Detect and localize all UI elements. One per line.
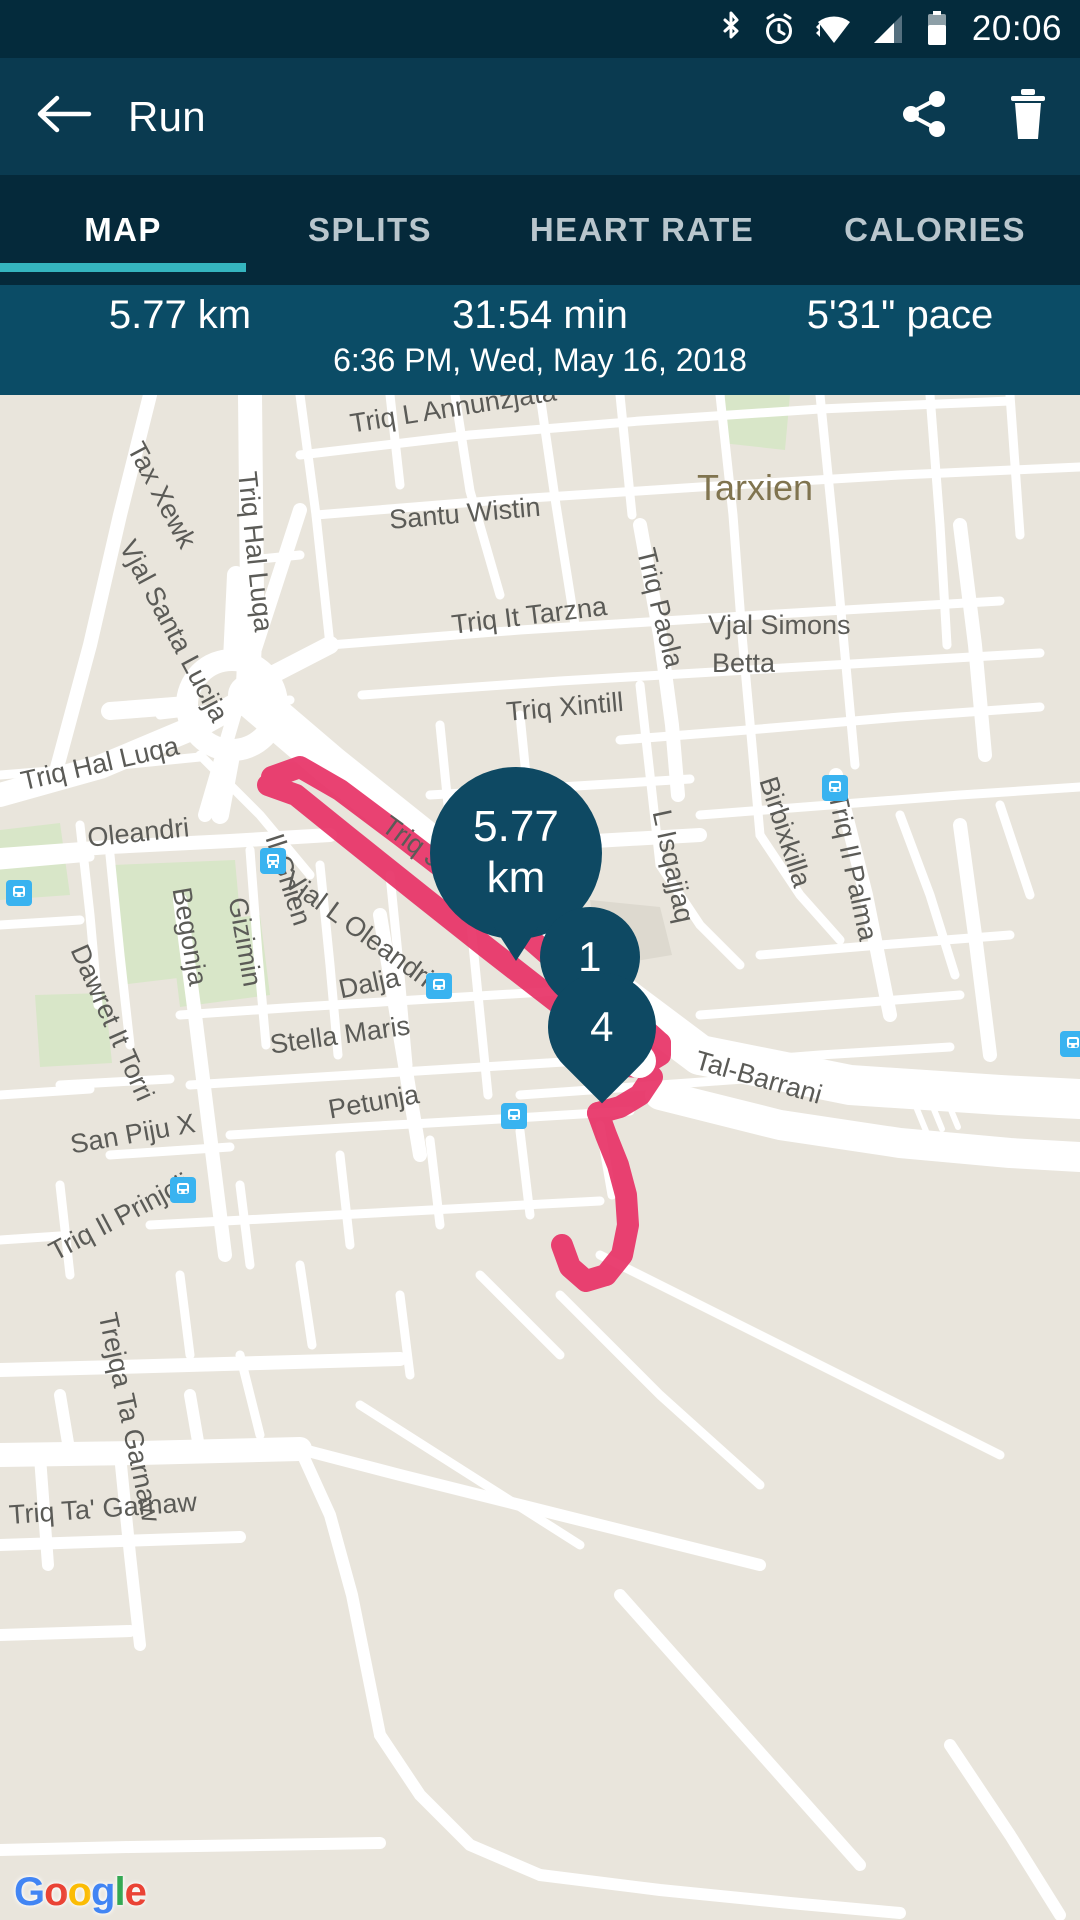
- km-marker-label: 4: [590, 1003, 614, 1051]
- bus-stop-icon[interactable]: [1060, 1031, 1080, 1057]
- status-bar: 20:06: [0, 0, 1080, 58]
- total-distance-value: 5.77: [473, 802, 559, 852]
- tab-calories[interactable]: CALORIES: [790, 175, 1080, 285]
- page-title: Run: [128, 92, 206, 140]
- app-bar: Run: [0, 58, 1080, 175]
- tab-indicator: [0, 263, 246, 272]
- total-distance-unit: km: [486, 853, 546, 902]
- bus-stop-icon[interactable]: [822, 775, 848, 801]
- bluetooth-icon: [718, 11, 744, 47]
- map-canvas: [0, 395, 1080, 1920]
- stats-row: 5.77 km 31:54 min 5'31" pace: [0, 285, 1080, 338]
- tab-heart-rate[interactable]: HEART RATE: [494, 175, 790, 285]
- trash-icon: [1005, 87, 1051, 146]
- stat-pace: 5'31" pace: [806, 293, 994, 337]
- status-clock: 20:06: [971, 9, 1062, 48]
- back-button[interactable]: [0, 58, 128, 175]
- stat-datetime: 6:36 PM, Wed, May 16, 2018: [333, 342, 747, 378]
- cellular-signal-icon: [872, 13, 908, 45]
- delete-button[interactable]: [976, 58, 1080, 175]
- stat-distance: 5.77 km: [108, 293, 252, 337]
- battery-icon: [926, 11, 948, 47]
- bus-stop-icon[interactable]: [501, 1103, 527, 1129]
- bus-stop-icon[interactable]: [426, 973, 452, 999]
- wifi-icon: [814, 13, 854, 45]
- share-button[interactable]: [872, 58, 976, 175]
- back-arrow-icon: [35, 92, 93, 141]
- bus-stop-icon[interactable]: [170, 1177, 196, 1203]
- stat-duration: 31:54 min: [452, 293, 628, 337]
- google-logo: Google: [14, 1870, 147, 1914]
- bus-stop-icon[interactable]: [260, 848, 286, 874]
- stats-summary: 5.77 km 31:54 min 5'31" pace 6:36 PM, We…: [0, 285, 1080, 395]
- map-view[interactable]: Triq L Annunzjata Tax Xewk Santu Wistin …: [0, 395, 1080, 1920]
- bus-stop-icon[interactable]: [6, 880, 32, 906]
- tab-splits[interactable]: SPLITS: [246, 175, 494, 285]
- alarm-icon: [762, 12, 796, 46]
- share-icon: [898, 88, 950, 145]
- marker-tail: [494, 927, 538, 961]
